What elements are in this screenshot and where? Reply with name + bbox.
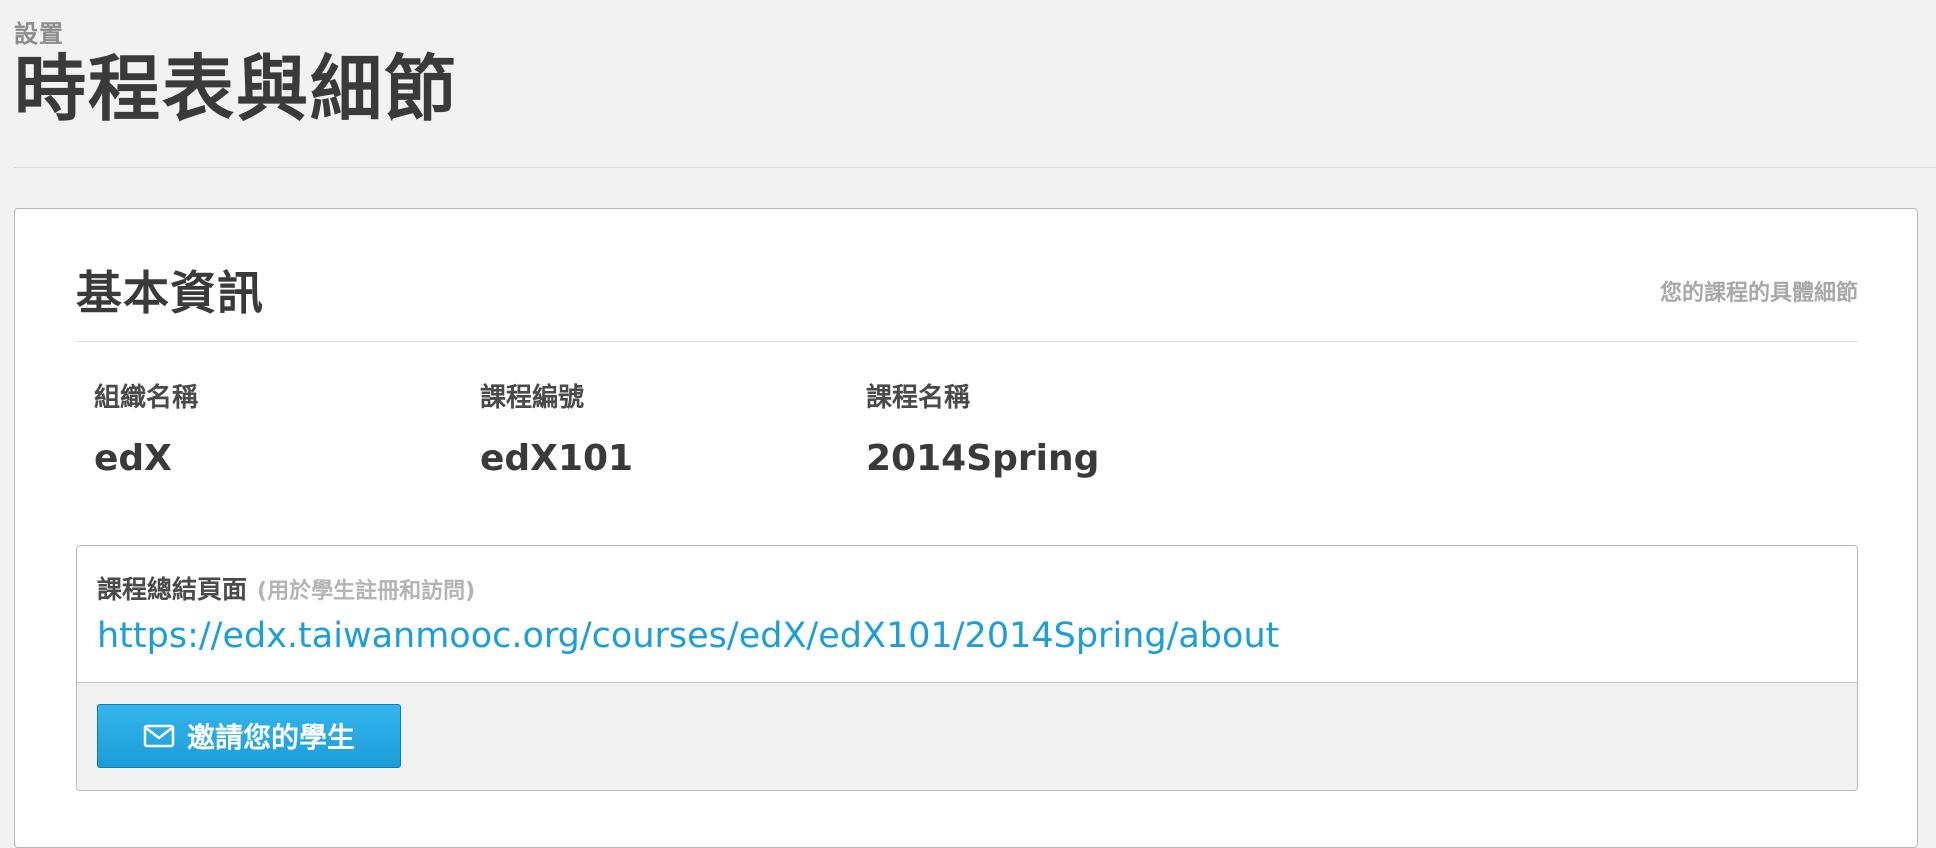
course-summary-details: 課程總結頁面 (用於學生註冊和訪問) https://edx.taiwanmooc… [77,546,1857,683]
basic-info-panel: 基本資訊 您的課程的具體細節 組織名稱 edX 課程編號 edX101 課程名稱… [14,208,1918,848]
invite-students-label: 邀請您的學生 [186,722,355,753]
invite-students-button[interactable]: 邀請您的學生 [97,704,401,768]
section-title: 基本資訊 [76,266,264,320]
course-summary-link[interactable]: https://edx.taiwanmooc.org/courses/edX/e… [97,616,1279,656]
section-header: 基本資訊 您的課程的具體細節 [76,209,1858,342]
course-number-info: 課程編號 edX101 [480,385,633,477]
course-summary-label: 課程總結頁面 (用於學生註冊和訪問) [97,570,475,606]
course-summary-box: 課程總結頁面 (用於學生註冊和訪問) https://edx.taiwanmooc… [76,545,1858,791]
organization-info: 組織名稱 edX [94,385,198,477]
course-summary-note: (用於學生註冊和訪問) [257,579,476,604]
course-name-label: 課程名稱 [866,383,971,413]
page-header: 設置 時程表與細節 [14,0,1936,168]
course-number-value: edX101 [480,438,634,479]
page-title: 時程表與細節 [14,47,459,131]
course-name-value: 2014Spring [866,438,1100,479]
organization-value: edX [94,438,172,479]
section-description: 您的課程的具體細節 [1659,281,1858,306]
course-name-info: 課程名稱 2014Spring [866,385,1099,477]
course-summary-actions: 邀請您的學生 [77,683,1857,790]
course-number-label: 課程編號 [480,383,585,413]
course-summary-label-text: 課程總結頁面 [97,575,248,604]
page-subtitle: 設置 [14,20,64,48]
organization-label: 組織名稱 [94,383,199,413]
envelope-icon [143,724,175,748]
